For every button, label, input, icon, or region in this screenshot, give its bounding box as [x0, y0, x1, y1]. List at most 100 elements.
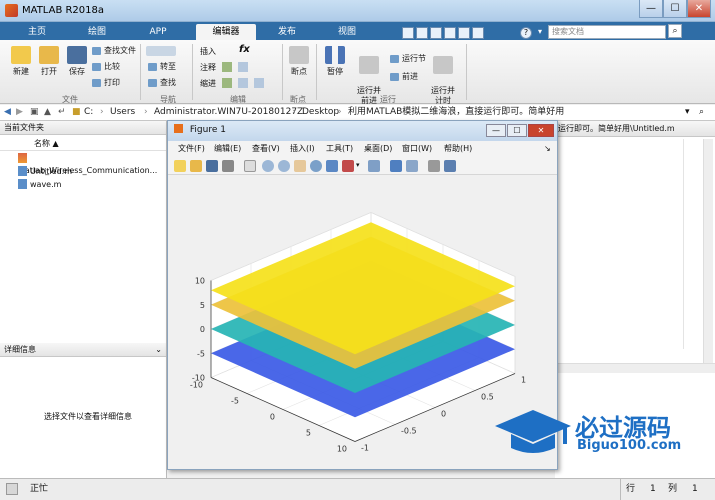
search-docs-input[interactable]: 搜索文档	[548, 25, 666, 39]
goto-button[interactable]: 转至	[148, 60, 176, 74]
link-plot-icon[interactable]	[368, 160, 380, 172]
open-button[interactable]: 打开	[36, 46, 62, 77]
save-label: 保存	[69, 67, 85, 76]
run-time-button[interactable]: 运行并 计时	[428, 46, 458, 106]
save-quick-icon[interactable]	[402, 27, 414, 39]
outdent-icon[interactable]	[254, 78, 264, 88]
breadcrumb-admin[interactable]: Administrator.WIN7U-20180127Z	[154, 105, 303, 120]
menu-desktop[interactable]: 桌面(D)	[364, 141, 392, 157]
tab-publish[interactable]: 发布	[270, 24, 304, 40]
maximize-button[interactable]: ☐	[663, 0, 687, 18]
breadcrumb-drive[interactable]: C:	[84, 105, 93, 120]
menu-insert[interactable]: 插入(I)	[290, 141, 315, 157]
find-button[interactable]: 查找	[148, 76, 176, 90]
list-item[interactable]: Matlab_Wireless_Communication...	[18, 153, 166, 175]
tab-home[interactable]: 主页	[20, 24, 54, 40]
dock-arrow-icon[interactable]: ↘	[544, 141, 551, 157]
m-file-icon	[18, 166, 27, 176]
rotate-icon[interactable]	[310, 160, 322, 172]
print-figure-icon[interactable]	[222, 160, 234, 172]
data-cursor-icon[interactable]	[326, 160, 338, 172]
colorbar-icon[interactable]	[390, 160, 402, 172]
find-files-button[interactable]: 查找文件	[92, 44, 136, 58]
compare-button[interactable]: 比较	[92, 60, 120, 74]
browse-icon[interactable]: ↵	[58, 105, 66, 120]
print-button[interactable]: 打印	[92, 76, 120, 90]
tab-apps[interactable]: APP	[140, 24, 176, 40]
save-figure-icon[interactable]	[206, 160, 218, 172]
smart-indent-icon[interactable]	[222, 78, 232, 88]
open-file-icon[interactable]	[190, 160, 202, 172]
pause-button[interactable]: 暂停	[320, 46, 350, 77]
menu-window[interactable]: 窗口(W)	[402, 141, 432, 157]
hide-tools-icon[interactable]	[428, 160, 440, 172]
menu-help[interactable]: 帮助(H)	[444, 141, 472, 157]
editor-tab[interactable]: 运行即可。简单好用\Untitled.m	[555, 121, 715, 137]
run-section-button[interactable]: 运行节	[390, 52, 426, 66]
up-arrow-icon[interactable]: ▲	[44, 105, 51, 120]
advance-button[interactable]: 前进	[390, 70, 418, 84]
zoom-out-icon[interactable]	[278, 160, 290, 172]
help-icon[interactable]: ?	[520, 27, 532, 39]
brush-icon[interactable]	[342, 160, 354, 172]
breadcrumb-separator: ›	[338, 107, 342, 117]
help-dropdown-icon[interactable]: ▾	[534, 27, 546, 39]
pointer-icon[interactable]	[244, 160, 256, 172]
tab-editor[interactable]: 编辑器	[196, 24, 256, 40]
figure-maximize-button[interactable]: ☐	[507, 124, 527, 137]
breadcrumb-project[interactable]: 利用MATLAB模拟二维海浪，直接运行即可。简单好用	[348, 105, 564, 120]
brush-dropdown-icon[interactable]: ▾	[356, 161, 360, 169]
tab-plots[interactable]: 绘图	[80, 24, 114, 40]
tab-view[interactable]: 视图	[330, 24, 364, 40]
address-dropdown-icon[interactable]: ▾	[685, 105, 690, 120]
close-button[interactable]: ✕	[687, 0, 711, 18]
name-column-header[interactable]: 名称 ▲	[0, 137, 166, 151]
menu-view[interactable]: 查看(V)	[252, 141, 280, 157]
new-button[interactable]: 新建	[8, 46, 34, 77]
figure-close-button[interactable]: ✕	[528, 124, 554, 137]
menu-tools[interactable]: 工具(T)	[326, 141, 353, 157]
percent-icon[interactable]	[222, 62, 232, 72]
legend-icon[interactable]	[406, 160, 418, 172]
minimize-button[interactable]: —	[639, 0, 663, 18]
new-figure-icon[interactable]	[174, 160, 186, 172]
list-item[interactable]: wave.m	[18, 179, 61, 191]
forward-arrow-icon[interactable]: ▶	[16, 105, 23, 120]
figure-minimize-button[interactable]: —	[486, 124, 506, 137]
editor-scrollbar[interactable]	[703, 139, 713, 363]
zoom-in-icon[interactable]	[262, 160, 274, 172]
copy-quick-icon[interactable]	[430, 27, 442, 39]
horizontal-scrollbar[interactable]	[555, 363, 715, 373]
back-forward-icon[interactable]	[146, 46, 176, 56]
wrap-icon[interactable]	[238, 62, 248, 72]
undo-quick-icon[interactable]	[458, 27, 470, 39]
details-header[interactable]: 详细信息 ⌄	[0, 343, 166, 357]
breakpoints-button[interactable]: 断点	[286, 46, 312, 77]
tick-label: 1	[521, 376, 526, 385]
run-advance-label: 运行并 前进	[357, 86, 381, 105]
breadcrumb-users[interactable]: Users	[110, 105, 135, 120]
breadcrumb-desktop[interactable]: Desktop	[302, 105, 339, 120]
menu-file[interactable]: 文件(F)	[178, 141, 205, 157]
save-button[interactable]: 保存	[64, 46, 90, 77]
back-arrow-icon[interactable]: ◀	[4, 105, 11, 120]
chevron-down-icon[interactable]: ⌄	[155, 343, 162, 356]
search-icon[interactable]: ⌕	[668, 24, 682, 38]
list-item[interactable]: Untitled.m	[18, 166, 72, 178]
run-time-label: 运行并 计时	[431, 86, 455, 105]
cut-quick-icon[interactable]	[416, 27, 428, 39]
up-folder-icon[interactable]: ▣	[30, 105, 39, 120]
indent-button[interactable]: 缩进	[200, 78, 216, 89]
insert-button[interactable]: 插入	[200, 46, 216, 57]
tick-label: 10	[337, 445, 347, 454]
paste-quick-icon[interactable]	[444, 27, 456, 39]
show-tools-icon[interactable]	[444, 160, 456, 172]
indent-icon[interactable]	[238, 78, 248, 88]
fx-button[interactable]: fx	[239, 44, 250, 55]
pan-icon[interactable]	[294, 160, 306, 172]
figure-title-bar: Figure 1 — ☐ ✕	[168, 121, 557, 141]
comment-button[interactable]: 注释	[200, 62, 216, 73]
address-search-icon[interactable]: ⌕	[699, 105, 704, 120]
redo-quick-icon[interactable]	[472, 27, 484, 39]
menu-edit[interactable]: 编辑(E)	[214, 141, 241, 157]
